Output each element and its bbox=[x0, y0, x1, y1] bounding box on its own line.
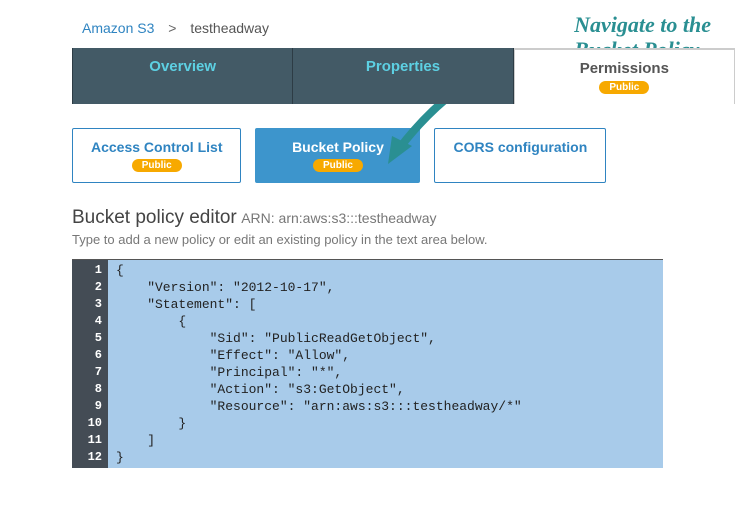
editor-title: Bucket policy editor bbox=[72, 207, 237, 228]
subtab-acl[interactable]: Access Control List Public bbox=[72, 128, 241, 183]
editor-subtitle: Type to add a new policy or edit an exis… bbox=[72, 232, 663, 247]
tab-properties[interactable]: Properties bbox=[293, 48, 513, 104]
editor-arn: ARN: arn:aws:s3:::testheadway bbox=[241, 210, 436, 226]
subtab-acl-label: Access Control List bbox=[91, 139, 222, 155]
main-tabs: Overview Properties Permissions Public bbox=[0, 48, 735, 104]
line-gutter: 123456789101112 bbox=[72, 260, 108, 468]
subtab-cors-label: CORS configuration bbox=[453, 139, 587, 155]
breadcrumb-current: testheadway bbox=[190, 20, 269, 36]
subtab-bucket-policy-label: Bucket Policy bbox=[274, 139, 401, 155]
tab-overview[interactable]: Overview bbox=[72, 48, 293, 104]
public-badge: Public bbox=[313, 159, 363, 172]
annotation-line1: Navigate to the bbox=[574, 12, 711, 37]
code-textarea[interactable]: { "Version": "2012-10-17", "Statement": … bbox=[108, 260, 663, 468]
tab-overview-label: Overview bbox=[149, 58, 216, 75]
public-badge: Public bbox=[132, 159, 182, 172]
tab-properties-label: Properties bbox=[366, 58, 440, 75]
tab-permissions[interactable]: Permissions Public bbox=[514, 48, 735, 104]
subtab-bucket-policy[interactable]: Bucket Policy Public bbox=[255, 128, 420, 183]
subtab-cors[interactable]: CORS configuration bbox=[434, 128, 606, 183]
editor-section: Bucket policy editor ARN: arn:aws:s3:::t… bbox=[0, 207, 735, 468]
policy-editor[interactable]: 123456789101112 { "Version": "2012-10-17… bbox=[72, 259, 663, 468]
public-badge: Public bbox=[599, 81, 649, 94]
chevron-right-icon: > bbox=[168, 20, 176, 36]
breadcrumb-root-link[interactable]: Amazon S3 bbox=[82, 20, 154, 36]
tab-permissions-label: Permissions bbox=[580, 60, 669, 77]
permissions-subtabs: Access Control List Public Bucket Policy… bbox=[0, 104, 735, 207]
